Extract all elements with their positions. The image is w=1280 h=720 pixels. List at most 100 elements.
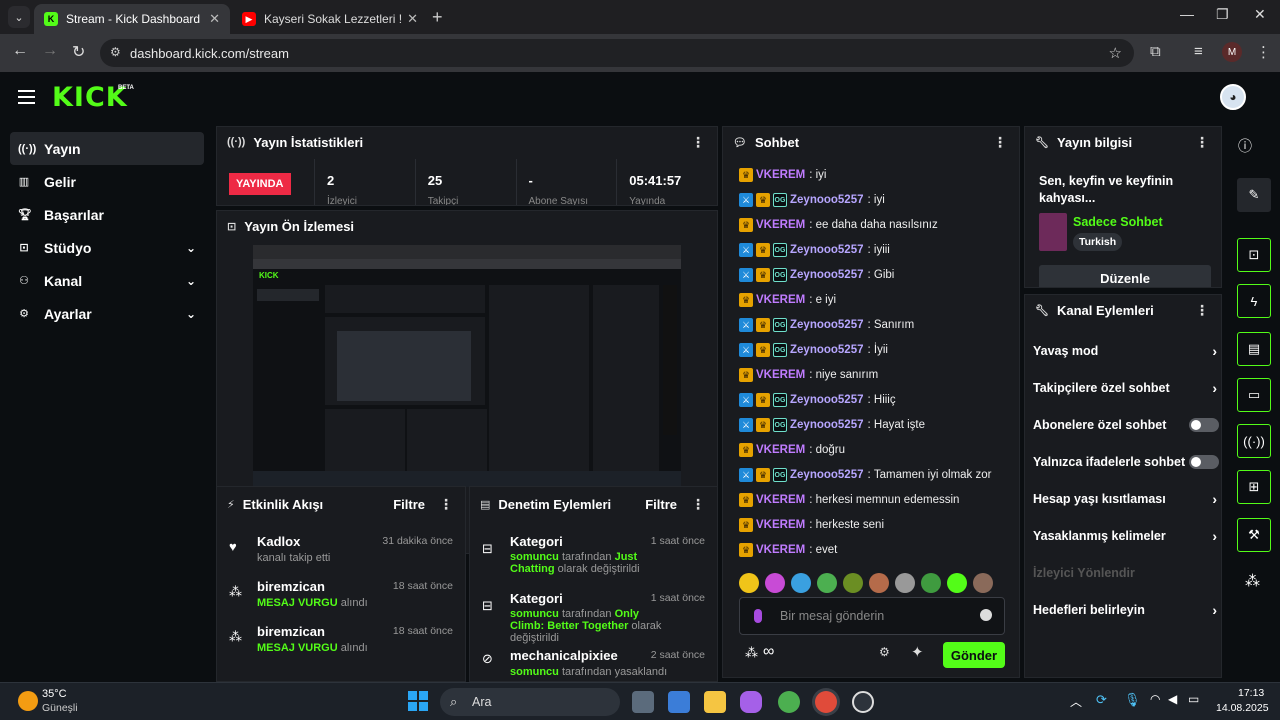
dots-icon[interactable]: ⁂: [1245, 572, 1260, 590]
chat-username[interactable]: Zeynooo5257: [790, 319, 864, 331]
filter-button[interactable]: Filtre: [645, 497, 677, 512]
document-icon[interactable]: ▤: [1237, 332, 1271, 366]
obs-icon[interactable]: [852, 691, 874, 713]
kicks-icon[interactable]: ⁂: [745, 645, 758, 661]
stream-preview-video[interactable]: KICK: [253, 245, 681, 487]
send-button[interactable]: Gönder: [943, 642, 1005, 668]
microphone-icon[interactable]: [754, 609, 762, 623]
sidebar-item-kanal[interactable]: ⚇ Kanal ⌄: [10, 264, 204, 297]
more-options-icon[interactable]: ⋮: [691, 134, 705, 151]
chat-scrollbar[interactable]: [1019, 477, 1020, 557]
url-input[interactable]: ⚙ dashboard.kick.com/stream ☆: [100, 39, 1134, 67]
close-tab-icon[interactable]: ✕: [209, 11, 220, 27]
category-name[interactable]: Sadece Sohbet: [1073, 215, 1163, 229]
emote-icon[interactable]: [921, 573, 941, 593]
filter-button[interactable]: Filtre: [393, 497, 425, 512]
user-avatar[interactable]: ◕: [1220, 84, 1246, 110]
forward-icon[interactable]: →: [42, 42, 58, 60]
chat-username[interactable]: VKEREM: [756, 544, 805, 556]
chat-input[interactable]: Bir mesaj gönderin: [739, 597, 1005, 635]
chat-username[interactable]: VKEREM: [756, 169, 805, 181]
windows-start-icon[interactable]: [408, 691, 428, 711]
channel-action-item[interactable]: Hedefleri belirleyin ›: [1033, 592, 1219, 628]
channel-action-item[interactable]: Yalnızca ifadelerle sohbet: [1033, 444, 1219, 480]
weather-temp[interactable]: 35°C: [42, 688, 67, 700]
chat-username[interactable]: Zeynooo5257: [790, 344, 864, 356]
chat-username[interactable]: Zeynooo5257: [790, 394, 864, 406]
close-tab-icon[interactable]: ✕: [407, 11, 418, 27]
more-options-icon[interactable]: ⋮: [993, 134, 1007, 151]
clock-time[interactable]: 17:13: [1238, 687, 1264, 699]
channel-action-item[interactable]: Yavaş mod ›: [1033, 333, 1219, 369]
channel-action-item[interactable]: Yasaklanmış kelimeler ›: [1033, 518, 1219, 554]
emote-icon[interactable]: [895, 573, 915, 593]
browser-tab-stream[interactable]: K Stream - Kick Dashboard ✕: [34, 4, 230, 34]
toggle-switch[interactable]: [1189, 455, 1219, 469]
mic-tray-icon[interactable]: 🎙︎: [1124, 692, 1141, 708]
toggle-switch[interactable]: [1189, 418, 1219, 432]
site-info-icon[interactable]: ⚙: [110, 45, 121, 59]
chat-icon[interactable]: ▭: [1237, 378, 1271, 412]
more-options-icon[interactable]: ⋮: [1195, 134, 1209, 151]
pencil-icon[interactable]: ✎: [1237, 178, 1271, 212]
emote-icon[interactable]: [739, 573, 759, 593]
emote-icon[interactable]: [869, 573, 889, 593]
browser-menu-icon[interactable]: ⋮: [1256, 43, 1271, 61]
emote-icon[interactable]: [791, 573, 811, 593]
sidebar-item-studyo[interactable]: ⊡ Stüdyo ⌄: [10, 231, 204, 264]
gift-icon[interactable]: ✦: [911, 643, 924, 661]
chat-username[interactable]: VKEREM: [756, 494, 805, 506]
copilot-icon[interactable]: [740, 691, 762, 713]
back-icon[interactable]: ←: [12, 42, 28, 60]
infinity-icon[interactable]: ∞: [763, 643, 774, 661]
tab-search-button[interactable]: ⌄: [8, 6, 30, 28]
emoji-icon[interactable]: [980, 609, 992, 621]
chat-username[interactable]: Zeynooo5257: [790, 419, 864, 431]
file-explorer-icon[interactable]: [704, 691, 726, 713]
sidebar-item-yayin[interactable]: ((·)) Yayın: [10, 132, 204, 165]
more-options-icon[interactable]: ⋮: [439, 496, 453, 513]
edit-button[interactable]: Düzenle: [1039, 265, 1211, 287]
chat-username[interactable]: Zeynooo5257: [790, 194, 864, 206]
sidebar-item-gelir[interactable]: ▥ Gelir: [10, 165, 204, 198]
volume-icon[interactable]: ◀: [1168, 692, 1177, 706]
layout-icon[interactable]: ⊞: [1237, 470, 1271, 504]
store-icon[interactable]: [668, 691, 690, 713]
clock-date[interactable]: 14.08.2025: [1216, 702, 1269, 714]
sidebar-item-basarilar[interactable]: 🏆︎ Başarılar: [10, 198, 204, 231]
info-icon[interactable]: ⓘ: [1238, 136, 1252, 156]
chrome-profile-icon[interactable]: [815, 691, 837, 713]
taskbar-search[interactable]: ⌕ Ara: [440, 688, 620, 716]
task-view-icon[interactable]: [632, 691, 654, 713]
bookmark-star-icon[interactable]: ☆: [1109, 44, 1122, 62]
profile-avatar[interactable]: M: [1222, 42, 1242, 62]
chat-username[interactable]: VKEREM: [756, 444, 805, 456]
chat-username[interactable]: Zeynooo5257: [790, 469, 864, 481]
broadcast-icon[interactable]: ((·)): [1237, 424, 1271, 458]
chat-username[interactable]: VKEREM: [756, 519, 805, 531]
sync-icon[interactable]: ⟳: [1096, 692, 1107, 708]
maximize-icon[interactable]: ❐: [1216, 6, 1229, 23]
emote-icon[interactable]: [843, 573, 863, 593]
sidebar-item-ayarlar[interactable]: ⚙ Ayarlar ⌄: [10, 297, 204, 330]
more-options-icon[interactable]: ⋮: [1195, 302, 1209, 319]
wrench-icon[interactable]: ⚒: [1237, 518, 1271, 552]
browser-tab-youtube[interactable]: ▶ Kayseri Sokak Lezzetleri ! Delle ✕: [232, 4, 428, 34]
channel-action-item[interactable]: Abonelere özel sohbet: [1033, 407, 1219, 443]
emote-icon[interactable]: [817, 573, 837, 593]
emote-icon[interactable]: [765, 573, 785, 593]
chat-settings-icon[interactable]: ⚙: [879, 645, 890, 659]
new-tab-icon[interactable]: +: [432, 7, 443, 28]
tray-expand-icon[interactable]: ︿: [1070, 693, 1082, 710]
close-window-icon[interactable]: ✕: [1254, 6, 1266, 23]
extensions-icon[interactable]: ⧉: [1150, 43, 1161, 60]
chat-username[interactable]: VKEREM: [756, 369, 805, 381]
kick-logo[interactable]: KICK: [52, 82, 128, 113]
emote-icon[interactable]: [973, 573, 993, 593]
stream-preview-icon[interactable]: ⊡: [1237, 238, 1271, 272]
lightning-icon[interactable]: ϟ: [1237, 284, 1271, 318]
media-control-icon[interactable]: ≡: [1194, 43, 1203, 60]
chat-username[interactable]: VKEREM: [756, 294, 805, 306]
chat-username[interactable]: Zeynooo5257: [790, 244, 864, 256]
chat-username[interactable]: Zeynooo5257: [790, 269, 864, 281]
